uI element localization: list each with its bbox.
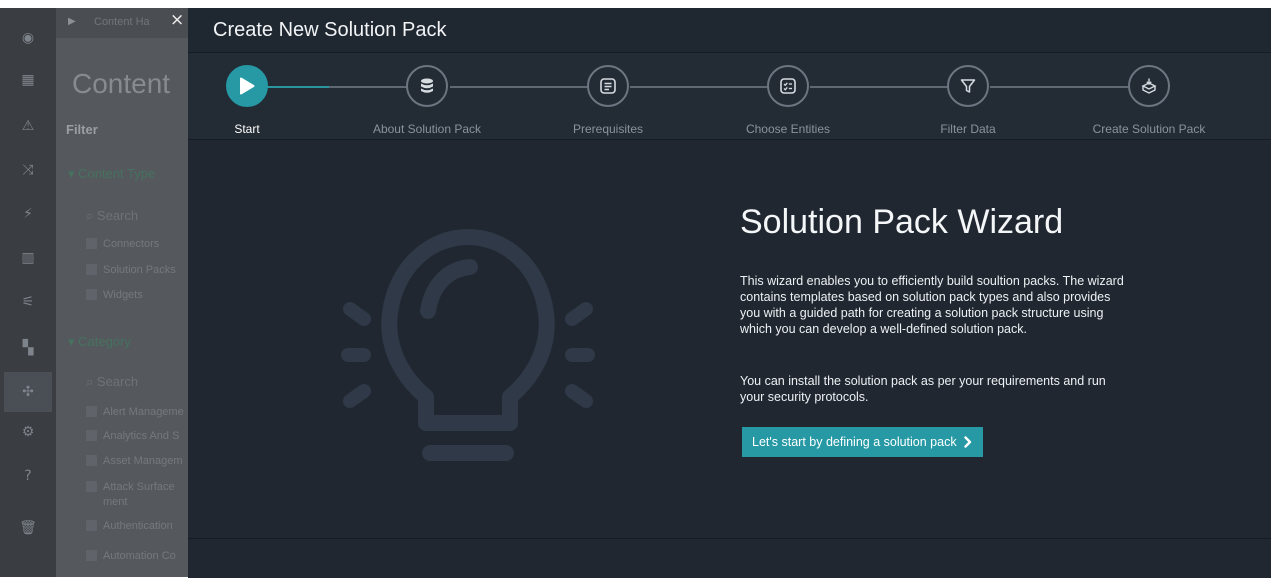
create-solution-pack-modal: Create New Solution Pack Start About Sol… <box>188 8 1271 578</box>
step-label: Start <box>234 122 260 136</box>
category-option[interactable]: Attack Surface <box>86 481 175 493</box>
category-section-label: Category <box>78 334 131 349</box>
breadcrumb: ▶ Content Ha <box>56 8 188 38</box>
wizard-install-note: You can install the solution pack as per… <box>740 374 1106 404</box>
content-type-option[interactable]: Widgets <box>86 289 143 301</box>
modal-header: Create New Solution Pack <box>188 8 1271 53</box>
checkbox[interactable] <box>86 550 97 561</box>
checkbox[interactable] <box>86 481 97 492</box>
category-option-label: Analytics And S <box>103 430 180 442</box>
step-connector <box>630 86 769 88</box>
step-label: Create Solution Pack <box>1092 122 1206 136</box>
wizard-heading: Solution Pack Wizard <box>740 203 1064 241</box>
category-search[interactable]: ⌕ Search <box>86 374 138 390</box>
filter-label: Filter <box>66 122 98 137</box>
checkbox[interactable] <box>86 238 97 249</box>
background-content-panel: ▶ Content Ha Content Filter ▾ Content Ty… <box>56 8 188 577</box>
content-hub-icon[interactable]: ✣ <box>4 372 52 412</box>
content-type-option-label: Connectors <box>103 238 160 250</box>
close-icon[interactable]: × <box>170 10 184 30</box>
category-option-label: Asset Managem <box>103 455 183 467</box>
content-type-search[interactable]: ⌕ Search <box>86 208 138 224</box>
content-type-search-placeholder: Search <box>96 208 139 223</box>
trash-icon[interactable]: 🗑 <box>18 518 38 538</box>
category-option-label: Automation Co <box>103 550 176 562</box>
resources-icon[interactable]: ▥ <box>18 248 38 268</box>
step-connector <box>450 86 589 88</box>
checkbox[interactable] <box>86 520 97 531</box>
category-option[interactable]: Automation Co <box>86 550 176 562</box>
modal-title: Create New Solution Pack <box>213 19 447 41</box>
apps-icon[interactable]: ▚ <box>18 338 38 358</box>
automation-icon[interactable]: ⚡ <box>18 204 38 224</box>
checkbox[interactable] <box>86 406 97 417</box>
start-defining-button[interactable]: Let's start by defining a solution pack <box>742 427 983 457</box>
top-strip <box>0 0 1271 8</box>
step-label: Prerequisites <box>572 122 644 136</box>
wizard-description: This wizard enables you to efficiently b… <box>740 274 1124 336</box>
checkbox[interactable] <box>86 455 97 466</box>
shuffle-icon[interactable]: ⤨ <box>18 160 38 180</box>
list-icon[interactable] <box>587 65 629 107</box>
step-connector <box>329 86 409 88</box>
category-option-label: Attack Surface <box>103 481 175 493</box>
content-type-option[interactable]: Connectors <box>86 238 159 250</box>
chevron-right-icon <box>963 436 971 448</box>
category-search-placeholder: Search <box>96 374 139 389</box>
category-section[interactable]: ▾ Category <box>68 334 131 350</box>
help-icon[interactable]: ? <box>18 466 38 486</box>
left-nav-rail: ◉ ▦ ⚠ ⤨ ⚡ ▥ ⚟ ▚ ✣ ⚙ ? 🗑 <box>0 8 56 577</box>
step-label: Filter Data <box>940 122 996 136</box>
checklist-icon[interactable] <box>767 65 809 107</box>
filter-icon[interactable] <box>947 65 989 107</box>
wizard-body: Solution Pack Wizard This wizard enables… <box>188 140 1271 537</box>
checkbox[interactable] <box>86 264 97 275</box>
step-connector <box>267 86 329 88</box>
step-connector <box>990 86 1130 88</box>
content-type-section-label: Content Type <box>78 166 156 181</box>
modal-footer <box>188 538 1271 578</box>
start-defining-button-label: Let's start by defining a solution pack <box>752 435 957 449</box>
content-type-option[interactable]: Solution Packs <box>86 264 176 276</box>
expand-icon: ▶ <box>68 16 76 27</box>
wizard-stepper: Start About Solution Pack Prerequisites … <box>188 53 1271 140</box>
category-option[interactable]: Asset Managem <box>86 455 182 467</box>
settings-icon[interactable]: ⚙ <box>18 422 38 442</box>
content-type-section[interactable]: ▾ Content Type <box>68 166 155 182</box>
lightbulb-icon <box>341 229 595 461</box>
checkbox[interactable] <box>86 430 97 441</box>
category-option[interactable]: Alert Manageme <box>86 406 184 418</box>
step-connector <box>810 86 949 88</box>
database-icon[interactable] <box>406 65 448 107</box>
incidents-icon[interactable]: ⚠ <box>18 116 38 136</box>
page-title: Content <box>72 68 171 99</box>
breadcrumb-text: Content Ha <box>94 16 150 28</box>
play-icon[interactable] <box>226 65 268 107</box>
package-icon[interactable] <box>1128 65 1170 107</box>
category-option-label: Alert Manageme <box>103 406 184 418</box>
category-option-label: Authentication <box>103 520 173 532</box>
app-logo-icon[interactable]: ◉ <box>18 28 38 48</box>
checkbox[interactable] <box>86 289 97 300</box>
step-label: About Solution Pack <box>372 122 482 136</box>
category-option[interactable]: Authentication <box>86 520 173 532</box>
step-label: Choose Entities <box>745 122 831 136</box>
dashboard-icon[interactable]: ▦ <box>18 70 38 90</box>
category-option-wrap: ment <box>103 496 128 508</box>
reports-icon[interactable]: ⚟ <box>18 292 38 312</box>
category-option[interactable]: Analytics And S <box>86 430 179 442</box>
content-type-option-label: Solution Packs <box>103 264 176 276</box>
content-type-option-label: Widgets <box>103 289 143 301</box>
